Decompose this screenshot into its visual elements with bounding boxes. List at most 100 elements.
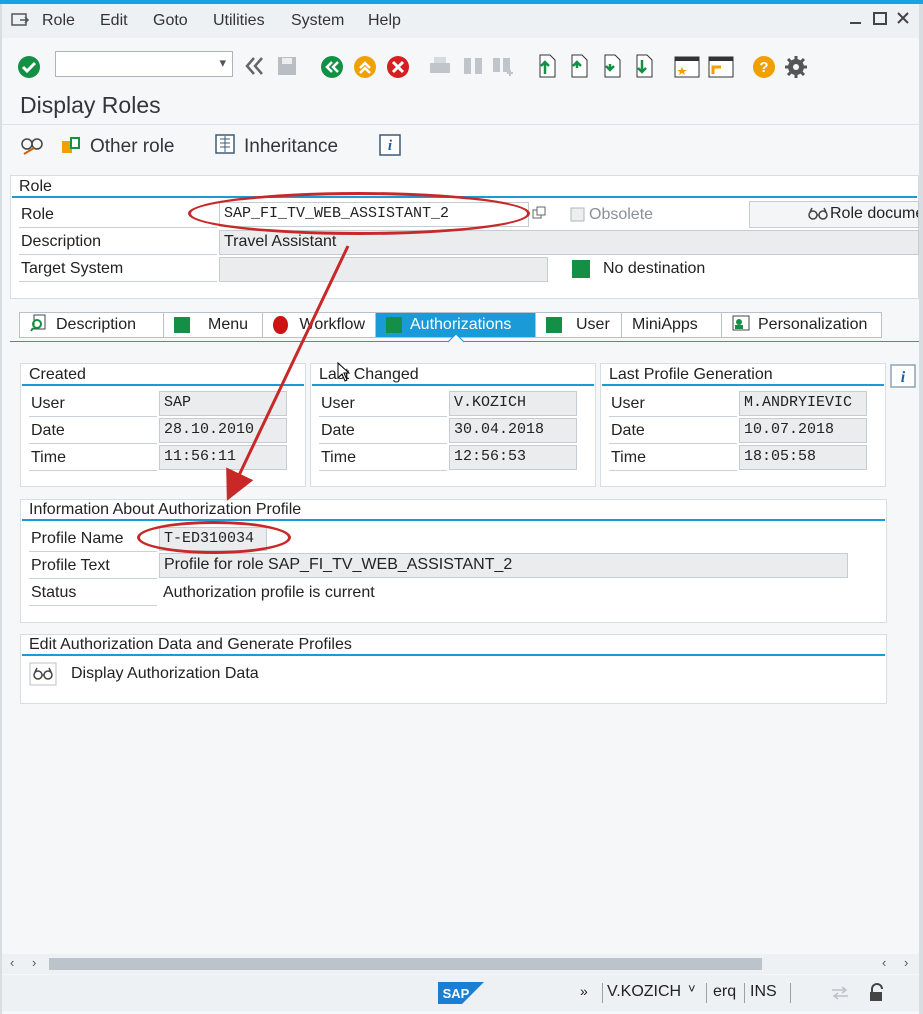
- last-changed-date-label: Date: [321, 422, 355, 439]
- glasses-icon: [808, 204, 828, 227]
- first-page-icon[interactable]: [534, 52, 558, 80]
- other-role-button[interactable]: Other role: [60, 133, 174, 161]
- last-generation-line: [602, 384, 884, 386]
- status-separator: [790, 983, 791, 1003]
- scroll-left-end-icon[interactable]: ‹: [882, 955, 886, 970]
- scroll-left-icon[interactable]: ‹: [10, 955, 14, 970]
- shortcut-icon[interactable]: [707, 54, 735, 80]
- last-changed-user-field[interactable]: V.KOZICH: [449, 391, 577, 416]
- status-user-chevron-icon[interactable]: ˅: [688, 981, 696, 996]
- scroll-right-icon[interactable]: ›: [32, 955, 36, 970]
- menu-status-icon: [174, 317, 190, 333]
- created-user-label: User: [31, 395, 65, 412]
- last-changed-time-field[interactable]: 12:56:53: [449, 445, 577, 470]
- menu-role[interactable]: Role: [42, 12, 75, 30]
- settings-icon[interactable]: [784, 55, 808, 79]
- menu-system[interactable]: System: [291, 12, 344, 30]
- created-time-label: Time: [31, 449, 66, 466]
- scroll-right-end-icon[interactable]: ›: [904, 955, 908, 970]
- last-generation-user-label: User: [611, 395, 645, 412]
- minimize-icon[interactable]: [848, 10, 864, 31]
- inheritance-icon: [214, 133, 236, 161]
- find-icon[interactable]: [461, 55, 485, 77]
- active-tab-pointer: [448, 334, 464, 343]
- close-icon[interactable]: [895, 10, 911, 31]
- inheritance-button[interactable]: Inheritance: [214, 133, 338, 161]
- last-generation-user-field[interactable]: M.ANDRYIEVIC: [739, 391, 867, 416]
- previous-page-icon[interactable]: [566, 52, 590, 80]
- status-client: erq: [713, 983, 737, 1000]
- last-generation-date-field[interactable]: 10.07.2018: [739, 418, 867, 443]
- other-role-icon: [60, 133, 82, 161]
- scrollbar-thumb[interactable]: [49, 958, 762, 970]
- info-icon[interactable]: i: [379, 134, 401, 156]
- created-date-field[interactable]: 28.10.2010: [159, 418, 287, 443]
- annotation-profile-ellipse: [137, 521, 291, 554]
- last-generation-title: Last Profile Generation: [609, 366, 773, 383]
- obsolete-label: Obsolete: [589, 206, 654, 223]
- status-mode: INS: [750, 983, 777, 1000]
- status-expand-icon[interactable]: »: [580, 983, 588, 999]
- menu-help[interactable]: Help: [368, 12, 401, 30]
- collapse-icon[interactable]: [244, 55, 266, 77]
- display-authorization-label[interactable]: Display Authorization Data: [71, 665, 259, 683]
- other-role-label: Other role: [90, 136, 175, 157]
- last-page-icon[interactable]: [631, 52, 655, 80]
- edit-auth-title: Edit Authorization Data and Generate Pro…: [29, 636, 352, 653]
- tab-description[interactable]: Description: [20, 313, 164, 337]
- save-icon[interactable]: [276, 55, 298, 77]
- target-system-field[interactable]: [219, 257, 548, 282]
- menu-goto[interactable]: Goto: [153, 12, 188, 30]
- info-icon[interactable]: i: [890, 364, 916, 388]
- role-documentation-button[interactable]: Role docume: [749, 201, 919, 228]
- enter-icon[interactable]: [17, 55, 41, 79]
- display-authorization-button[interactable]: [29, 662, 57, 686]
- tab-miniapps[interactable]: MiniApps: [622, 313, 722, 337]
- lock-icon[interactable]: [868, 983, 886, 1008]
- next-page-icon[interactable]: [599, 52, 623, 80]
- tab-user[interactable]: User: [536, 313, 622, 337]
- created-time-field[interactable]: 11:56:11: [159, 445, 287, 470]
- obsolete-checkbox[interactable]: [570, 207, 585, 222]
- last-changed-time-underline: [319, 470, 447, 471]
- created-user-field[interactable]: SAP: [159, 391, 287, 416]
- menu-edit[interactable]: Edit: [100, 12, 128, 30]
- maximize-icon[interactable]: [872, 10, 888, 31]
- tab-description-label: Description: [56, 316, 137, 333]
- profile-text-label: Profile Text: [31, 557, 110, 574]
- new-session-icon[interactable]: [673, 54, 701, 80]
- authorizations-status-icon: [386, 317, 402, 333]
- display-change-icon[interactable]: [20, 134, 44, 156]
- help-icon[interactable]: ?: [752, 55, 776, 79]
- print-icon[interactable]: [428, 55, 452, 77]
- tab-personalization[interactable]: Personalization: [722, 313, 881, 337]
- find-next-icon[interactable]: [491, 55, 515, 77]
- profile-text-field[interactable]: Profile for role SAP_FI_TV_WEB_ASSISTANT…: [159, 553, 848, 578]
- last-changed-time-label: Time: [321, 449, 356, 466]
- system-menu-icon[interactable]: [10, 10, 30, 35]
- menu-utilities[interactable]: Utilities: [213, 12, 265, 30]
- last-generation-time-field[interactable]: 18:05:58: [739, 445, 867, 470]
- cancel-icon[interactable]: [386, 55, 410, 79]
- role-field-help-icon[interactable]: [532, 206, 546, 220]
- horizontal-scrollbar[interactable]: ‹ › ‹ ›: [2, 954, 919, 974]
- tab-workflow[interactable]: Workflow: [263, 313, 376, 337]
- status-separator: [706, 983, 707, 1003]
- chevron-down-icon[interactable]: ▾: [219, 55, 226, 71]
- tab-authorizations-label: Authorizations: [410, 316, 512, 333]
- exit-icon[interactable]: [353, 55, 377, 79]
- workflow-status-icon: [273, 316, 288, 334]
- connection-icon: [830, 985, 850, 1006]
- back-icon[interactable]: [320, 55, 344, 79]
- profile-name-underline: [29, 551, 157, 552]
- role-label: Role: [21, 206, 54, 223]
- tab-menu[interactable]: Menu: [164, 313, 263, 337]
- status-separator: [602, 983, 603, 1003]
- command-field[interactable]: ▾: [55, 51, 233, 77]
- last-changed-date-field[interactable]: 30.04.2018: [449, 418, 577, 443]
- inheritance-label: Inheritance: [244, 136, 339, 157]
- status-label: Status: [31, 584, 77, 601]
- last-changed-title: Last Changed: [319, 366, 419, 383]
- auth-profile-title: Information About Authorization Profile: [29, 501, 302, 518]
- created-date-label: Date: [31, 422, 65, 439]
